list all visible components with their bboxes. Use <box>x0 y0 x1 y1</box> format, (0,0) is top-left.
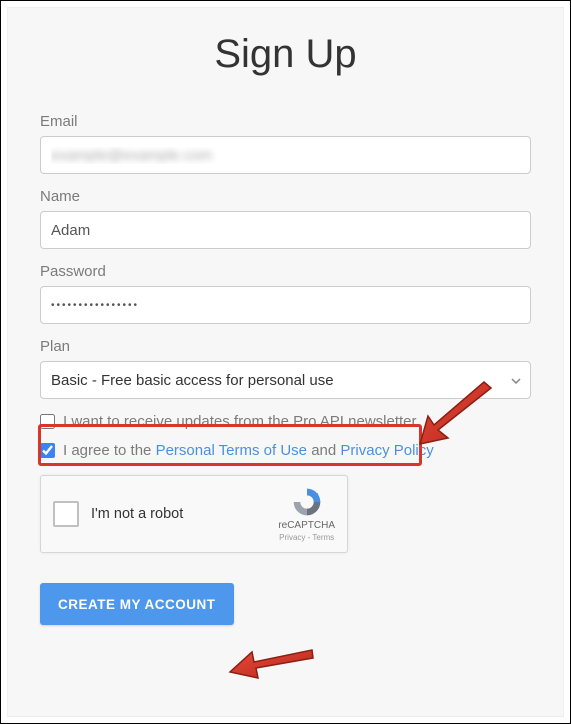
privacy-policy-link[interactable]: Privacy Policy <box>340 442 433 459</box>
terms-label: I agree to the Personal Terms of Use and… <box>63 442 434 459</box>
recaptcha-checkbox[interactable] <box>53 501 79 527</box>
recaptcha-label: I'm not a robot <box>91 506 266 522</box>
recaptcha-icon <box>291 486 323 518</box>
plan-label: Plan <box>40 338 531 355</box>
password-label: Password <box>40 263 531 280</box>
newsletter-checkbox[interactable] <box>40 414 55 429</box>
plan-selected-value: Basic - Free basic access for personal u… <box>51 372 334 389</box>
create-account-button[interactable]: CREATE MY ACCOUNT <box>40 583 234 625</box>
signup-panel: Sign Up Email Name Password Plan Basic -… <box>7 7 564 717</box>
recaptcha-brand: reCAPTCHA Privacy - Terms <box>278 486 335 542</box>
newsletter-label: I want to receive updates from the Pro A… <box>63 413 417 430</box>
name-field[interactable] <box>40 211 531 249</box>
email-field[interactable] <box>40 136 531 174</box>
recaptcha-widget: I'm not a robot reCAPTCHA Privacy - Term… <box>40 475 348 553</box>
password-field[interactable] <box>40 286 531 324</box>
email-label: Email <box>40 113 531 130</box>
annotation-arrow-submit <box>228 646 318 696</box>
terms-checkbox[interactable] <box>40 443 55 458</box>
name-label: Name <box>40 188 531 205</box>
plan-select[interactable]: Basic - Free basic access for personal u… <box>40 361 531 399</box>
page-title: Sign Up <box>40 32 531 77</box>
terms-of-use-link[interactable]: Personal Terms of Use <box>156 442 307 459</box>
